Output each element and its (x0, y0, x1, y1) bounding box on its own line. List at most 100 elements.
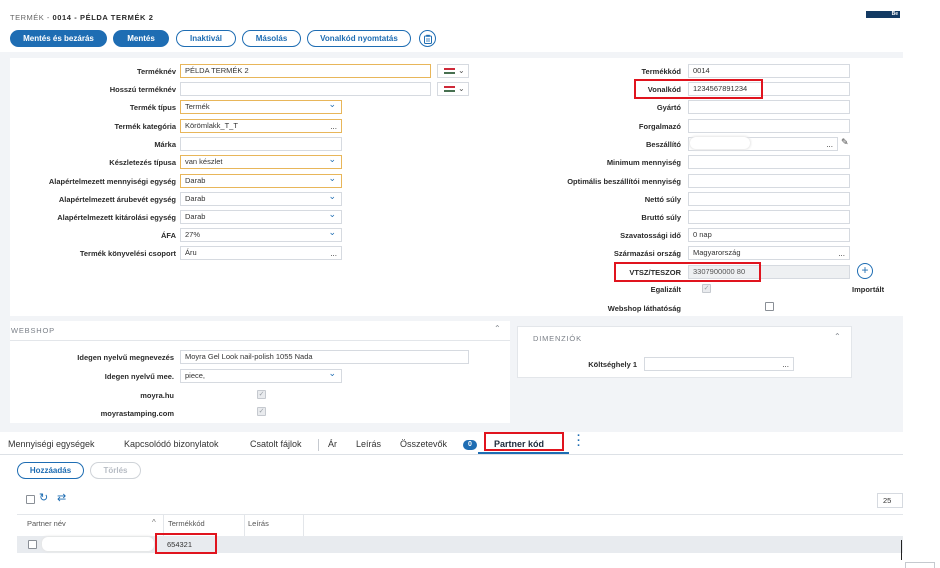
row-checkbox[interactable] (28, 540, 37, 549)
cost-center-label: Költséghely 1 (588, 360, 637, 369)
import-label: Importált (852, 285, 885, 294)
category-label: Termék kategória (114, 122, 176, 131)
opt-qty-field[interactable] (688, 174, 850, 188)
gross-weight-field[interactable] (688, 210, 850, 224)
collapse-icon[interactable]: ⌃ (494, 324, 501, 333)
breadcrumb-section: TERMÉK (10, 13, 45, 22)
long-name-label: Hosszú terméknév (109, 85, 176, 94)
tab-related-docs[interactable]: Kapcsolódó bizonylatok (124, 439, 219, 449)
webshop-visibility-checkbox[interactable] (765, 302, 774, 311)
tab-attachments[interactable]: Csatolt fájlok (250, 439, 302, 449)
qty-unit-label: Alapértelmezett mennyiségi egység (48, 177, 176, 186)
more-icon[interactable]: ... (826, 141, 833, 149)
manufacturer-field[interactable] (688, 100, 850, 114)
breadcrumb: TERMÉK - 0014 - PÉLDA TERMÉK 2 (10, 13, 154, 22)
webshop-visibility-label: Webshop láthatóság (607, 304, 681, 313)
site-stamping-label: moyrastamping.com (100, 409, 174, 418)
manufacturer-label: Gyártó (656, 103, 681, 112)
aligned-checkbox[interactable]: ✓ (702, 284, 711, 293)
accounting-group-label: Termék könyvelési csoport (79, 249, 176, 258)
purchase-unit-select[interactable]: Darab (180, 192, 342, 206)
refresh-icon[interactable]: ↻ (39, 491, 48, 504)
language-flag-dropdown[interactable]: ⌄ (437, 64, 469, 78)
sort-asc-icon[interactable]: ^ (152, 518, 156, 527)
foreign-unit-select[interactable]: piece, (180, 369, 342, 383)
save-button[interactable]: Mentés (113, 30, 169, 47)
dimensions-title: DIMENZIÓK (533, 334, 582, 343)
more-icon[interactable]: ... (838, 250, 845, 258)
tab-ingredients[interactable]: Összetevők (400, 439, 447, 449)
tab-price[interactable]: Ár (328, 439, 337, 449)
delete-button[interactable]: Törlés (90, 462, 141, 479)
swap-icon[interactable]: ⇄ (57, 491, 66, 504)
more-vertical-icon[interactable]: · · · (577, 431, 581, 452)
foreign-name-field[interactable]: Moyra Gel Look nail-polish 1055 Nada (180, 350, 469, 364)
more-icon[interactable]: ... (330, 250, 337, 258)
collapse-icon[interactable]: ⌃ (834, 332, 841, 341)
grid-top-line (17, 514, 903, 515)
chevron-down-icon: ⌄ (458, 84, 465, 93)
copy-button[interactable]: Másolás (242, 30, 301, 47)
product-code-field[interactable]: 0014 (688, 64, 850, 78)
highlight-product-code-cell (155, 533, 217, 554)
edit-icon[interactable]: ✎ (841, 137, 849, 148)
opt-qty-label: Optimális beszállítói mennyiség (567, 177, 681, 186)
inactivate-button[interactable]: Inaktivál (176, 30, 236, 47)
column-partner-name[interactable]: Partner név (27, 519, 66, 528)
min-qty-field[interactable] (688, 155, 850, 169)
text-cursor (901, 540, 902, 560)
origin-picker[interactable]: Magyarország... (688, 246, 850, 260)
clipboard-icon[interactable] (419, 30, 436, 47)
aligned-label: Egalizált (650, 285, 681, 294)
net-weight-label: Nettó súly (644, 195, 681, 204)
distributor-label: Forgalmazó (638, 122, 681, 131)
add-button[interactable]: Hozzáadás (17, 462, 84, 479)
category-picker[interactable]: Körömlakk_T_T... (180, 119, 342, 133)
purchase-unit-label: Alapértelmezett árubevét egység (58, 195, 176, 204)
product-code-label: Termékkód (641, 67, 681, 76)
language-flag-dropdown-2[interactable]: ⌄ (437, 82, 469, 96)
column-description[interactable]: Leírás (248, 519, 269, 528)
page-size-select[interactable]: 25 (877, 493, 903, 508)
more-icon[interactable]: ... (330, 123, 337, 131)
foreign-unit-label: Idegen nyelvű mee. (104, 372, 174, 381)
site-moyra-checkbox[interactable]: ✓ (257, 390, 266, 399)
select-all-checkbox[interactable] (26, 495, 35, 504)
type-select[interactable]: Termék (180, 100, 342, 114)
supplier-label: Beszállító (645, 140, 681, 149)
tab-description[interactable]: Leírás (356, 439, 381, 449)
column-product-code[interactable]: Termékkód (168, 519, 205, 528)
add-circle-icon[interactable]: + (857, 263, 873, 279)
hungarian-flag-icon (444, 85, 455, 93)
brand-field[interactable] (180, 137, 342, 151)
highlight-barcode (634, 79, 763, 99)
vat-select[interactable]: 27% (180, 228, 342, 242)
site-stamping-checkbox[interactable]: ✓ (257, 407, 266, 416)
save-and-close-button[interactable]: Mentés és bezárás (10, 30, 107, 47)
type-label: Termék típus (129, 103, 176, 112)
corner-widget[interactable] (905, 562, 935, 568)
sales-unit-label: Alapértelmezett kitárolási egység (57, 213, 176, 222)
hungarian-flag-icon (444, 67, 455, 75)
long-name-field[interactable] (180, 82, 431, 96)
more-icon[interactable]: ... (782, 361, 789, 369)
stock-type-label: Készletezés típusa (109, 158, 176, 167)
qty-unit-select[interactable]: Darab (180, 174, 342, 188)
sales-unit-select[interactable]: Darab (180, 210, 342, 224)
page-title: 0014 - PÉLDA TERMÉK 2 (52, 13, 154, 22)
stock-type-select[interactable]: van készlet (180, 155, 342, 169)
accounting-group-picker[interactable]: Áru... (180, 246, 342, 260)
warranty-field[interactable]: 0 nap (688, 228, 850, 242)
tab-units[interactable]: Mennyiségi egységek (8, 439, 95, 449)
foreign-name-label: Idegen nyelvű megnevezés (77, 353, 174, 362)
ingredients-count-badge: 0 (463, 440, 477, 450)
min-qty-label: Minimum mennyiség (606, 158, 681, 167)
cost-center-picker[interactable]: ... (644, 357, 794, 371)
corner-badge[interactable]: Be (866, 11, 900, 18)
divider (10, 340, 510, 341)
print-barcode-button[interactable]: Vonalkód nyomtatás (307, 30, 411, 47)
net-weight-field[interactable] (688, 192, 850, 206)
distributor-field[interactable] (688, 119, 850, 133)
vat-label: ÁFA (161, 231, 176, 240)
name-field[interactable]: PÉLDA TERMÉK 2 (180, 64, 431, 78)
